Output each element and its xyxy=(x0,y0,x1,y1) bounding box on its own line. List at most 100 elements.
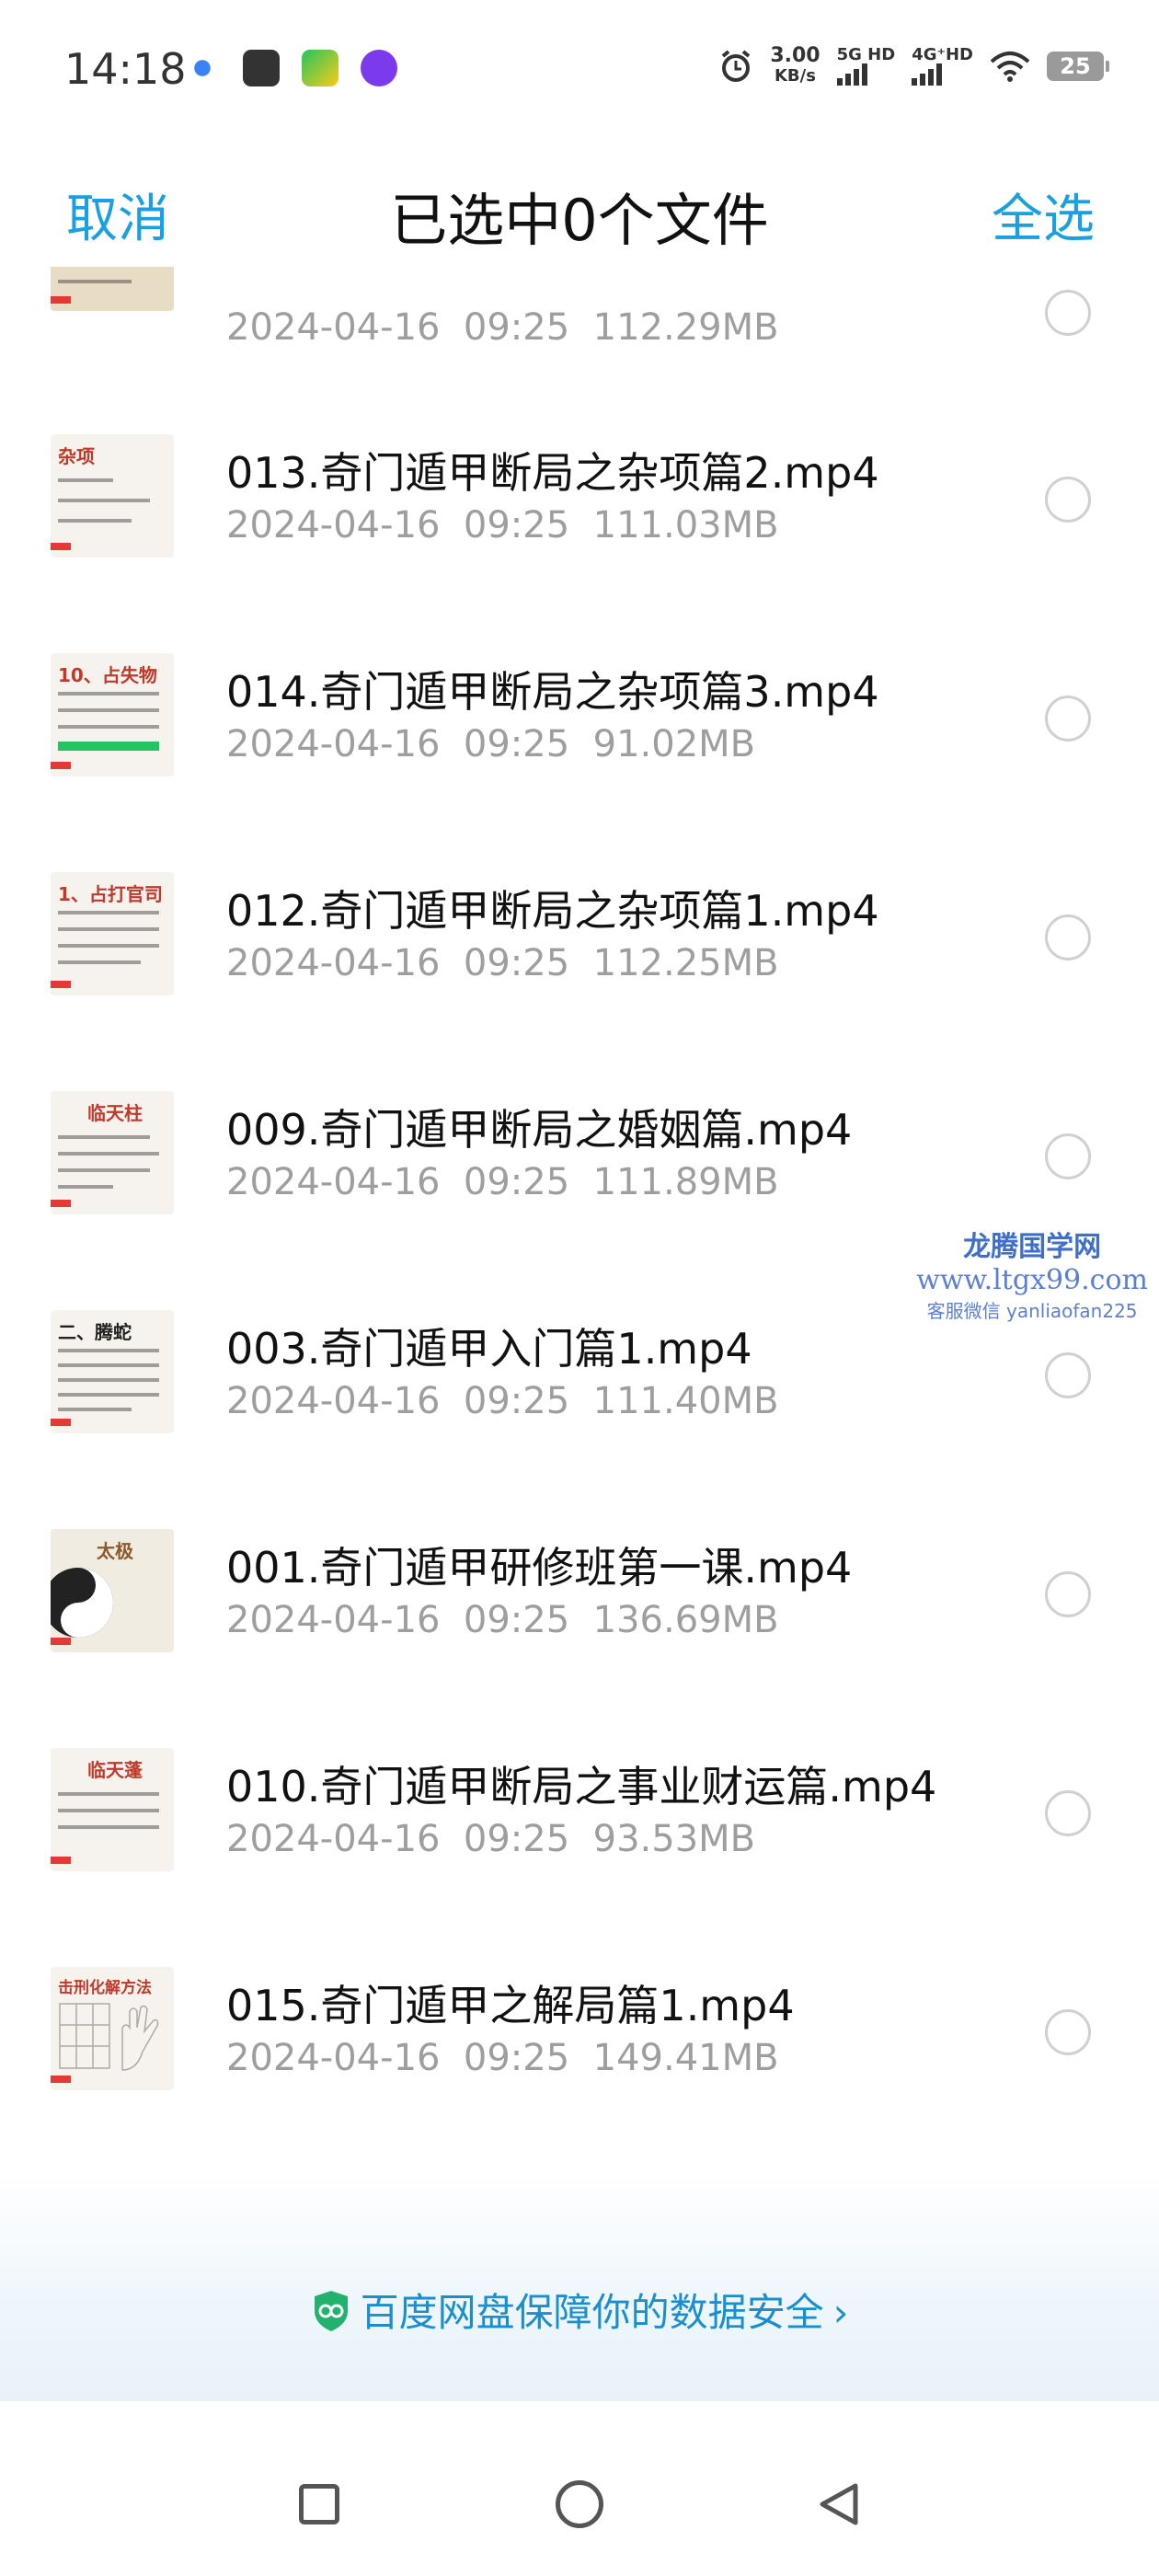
select-radio[interactable] xyxy=(1045,2009,1091,2055)
file-time: 09:25 xyxy=(463,504,570,546)
file-row[interactable]: 击刑化解方法 015.奇门遁甲之解局篇1.mp4 2024-04-16 09:2… xyxy=(0,1958,1159,2107)
thumb-text-line xyxy=(58,944,159,948)
file-name: 013.奇门遁甲断局之杂项篇2.mp4 xyxy=(226,448,879,498)
thumb-progress-mark xyxy=(51,2076,71,2083)
file-list[interactable]: 2024-04-16 09:25 112.29MB 杂项 013.奇门遁甲断局之… xyxy=(0,267,1159,2107)
file-time: 09:25 xyxy=(463,306,570,349)
thumb-progress-mark xyxy=(51,296,71,304)
file-time: 09:25 xyxy=(463,1818,570,1860)
thumb-title: 临天柱 xyxy=(87,1102,143,1124)
file-size: 149.41MB xyxy=(592,2037,779,2079)
status-bar: 14:18 3.00 KB/s 5G HD 4G⁺HD 25 xyxy=(0,0,1159,138)
video-thumbnail: 二、腾蛇 xyxy=(51,1310,174,1433)
file-date: 2024-04-16 xyxy=(226,1380,441,1422)
file-meta: 2024-04-16 09:25 111.03MB xyxy=(226,504,779,546)
file-name: 015.奇门遁甲之解局篇1.mp4 xyxy=(226,1981,795,2030)
file-time: 09:25 xyxy=(463,1161,570,1203)
select-radio[interactable] xyxy=(1045,1790,1091,1836)
infinity-app-icon xyxy=(361,50,397,86)
signal-2: 4G⁺HD xyxy=(912,47,973,86)
thumb-text-line xyxy=(58,1393,159,1397)
video-thumbnail: 太极 xyxy=(51,1529,174,1652)
file-date: 2024-04-16 xyxy=(226,723,441,765)
thumb-text-line xyxy=(58,1378,159,1382)
file-time: 09:25 xyxy=(463,2037,570,2079)
thumb-text-line xyxy=(58,1825,159,1829)
page-title: 已选中0个文件 xyxy=(390,187,769,254)
select-radio[interactable] xyxy=(1045,1571,1091,1617)
select-radio[interactable] xyxy=(1045,696,1091,742)
file-size: 91.02MB xyxy=(592,723,756,765)
yin-yang-icon xyxy=(51,1568,113,1638)
thumb-text-line xyxy=(58,1408,132,1411)
thumb-title: 10、占失物 xyxy=(58,664,157,686)
thumb-progress-mark xyxy=(51,543,71,550)
file-row[interactable]: 临天蓬 010.奇门遁甲断局之事业财运篇.mp4 2024-04-16 09:2… xyxy=(0,1739,1159,1958)
file-row[interactable]: 2024-04-16 09:25 112.29MB xyxy=(0,267,1159,366)
thumb-progress-mark xyxy=(51,1638,71,1645)
select-radio[interactable] xyxy=(1045,477,1091,523)
watermark-line-1: 龙腾国学网 xyxy=(963,1231,1102,1263)
thumb-progress-mark xyxy=(51,1419,71,1426)
thumb-text-line xyxy=(58,725,159,729)
thumb-progress-mark xyxy=(51,1200,71,1207)
video-thumbnail: 10、占失物 xyxy=(51,653,174,776)
file-row[interactable]: 1、占打官司 012.奇门遁甲断局之杂项篇1.mp4 2024-04-16 09… xyxy=(0,863,1159,1082)
file-size: 136.69MB xyxy=(592,1599,779,1641)
file-meta: 2024-04-16 09:25 91.02MB xyxy=(226,723,755,765)
file-size: 111.40MB xyxy=(592,1380,779,1422)
thumb-title: 临天蓬 xyxy=(87,1759,143,1781)
file-row[interactable]: 二、腾蛇 003.奇门遁甲入门篇1.mp4 2024-04-16 09:25 1… xyxy=(0,1301,1159,1520)
palm-diagram-icon xyxy=(59,2003,159,2071)
chevron-right-icon: › xyxy=(832,2290,849,2335)
wifi-icon xyxy=(990,52,1030,82)
back-button[interactable] xyxy=(815,2480,863,2528)
file-meta: 2024-04-16 09:25 112.25MB xyxy=(226,942,779,984)
select-all-button[interactable]: 全选 xyxy=(992,178,1095,252)
file-row[interactable]: 太极 001.奇门遁甲研修班第一课.mp4 2024-04-16 09:25 1… xyxy=(0,1520,1159,1739)
net-speed: 3.00 KB/s xyxy=(770,46,820,86)
file-date: 2024-04-16 xyxy=(226,942,441,984)
file-size: 112.29MB xyxy=(592,306,779,349)
recent-apps-button[interactable] xyxy=(299,2484,339,2524)
signal-bars-icon xyxy=(836,63,896,86)
home-button[interactable] xyxy=(556,2480,603,2528)
file-meta: 2024-04-16 09:25 111.40MB xyxy=(226,1380,779,1422)
video-thumbnail: 临天蓬 xyxy=(51,1748,174,1871)
file-meta: 2024-04-16 09:25 149.41MB xyxy=(226,2037,779,2079)
thumb-text-line xyxy=(58,478,113,482)
select-radio[interactable] xyxy=(1045,1133,1091,1179)
thumb-text-line xyxy=(58,911,159,914)
thumb-progress-mark xyxy=(51,762,71,769)
file-row[interactable]: 杂项 013.奇门遁甲断局之杂项篇2.mp4 2024-04-16 09:25 … xyxy=(0,425,1159,644)
file-time: 09:25 xyxy=(463,942,570,984)
file-date: 2024-04-16 xyxy=(226,1818,441,1860)
thumb-text-line xyxy=(58,1168,150,1172)
file-meta: 2024-04-16 09:25 93.53MB xyxy=(226,1818,755,1860)
file-name: 003.奇门遁甲入门篇1.mp4 xyxy=(226,1324,752,1374)
selection-header: 取消 已选中0个文件 全选 xyxy=(0,152,1159,262)
thumb-text-line xyxy=(58,927,159,931)
data-security-link[interactable]: 百度网盘保障你的数据安全 › xyxy=(0,2282,1159,2342)
video-thumbnail: 1、占打官司 xyxy=(51,872,174,995)
file-time: 09:25 xyxy=(463,1599,570,1641)
select-radio[interactable] xyxy=(1045,914,1091,960)
select-radio[interactable] xyxy=(1045,1352,1091,1398)
file-meta: 2024-04-16 09:25 136.69MB xyxy=(226,1599,779,1641)
video-thumbnail: 杂项 xyxy=(51,434,174,558)
thumb-text-line xyxy=(58,1809,159,1812)
file-time: 09:25 xyxy=(463,723,570,765)
thumb-progress-mark xyxy=(51,1857,71,1864)
thumb-text-line xyxy=(58,280,132,283)
thumb-text-line xyxy=(58,960,141,964)
watermark-line-2: www.ltgx99.com xyxy=(916,1264,1148,1296)
file-name: 014.奇门遁甲断局之杂项篇3.mp4 xyxy=(226,667,879,717)
system-nav-bar xyxy=(0,2401,1159,2576)
thumb-text-line xyxy=(58,1363,159,1367)
select-radio[interactable] xyxy=(1045,290,1091,336)
file-size: 93.53MB xyxy=(592,1818,756,1860)
file-row[interactable]: 10、占失物 014.奇门遁甲断局之杂项篇3.mp4 2024-04-16 09… xyxy=(0,644,1159,863)
file-size: 111.89MB xyxy=(592,1161,779,1203)
network-type-2: 4G⁺HD xyxy=(912,45,973,64)
thumb-text-line xyxy=(58,692,159,696)
